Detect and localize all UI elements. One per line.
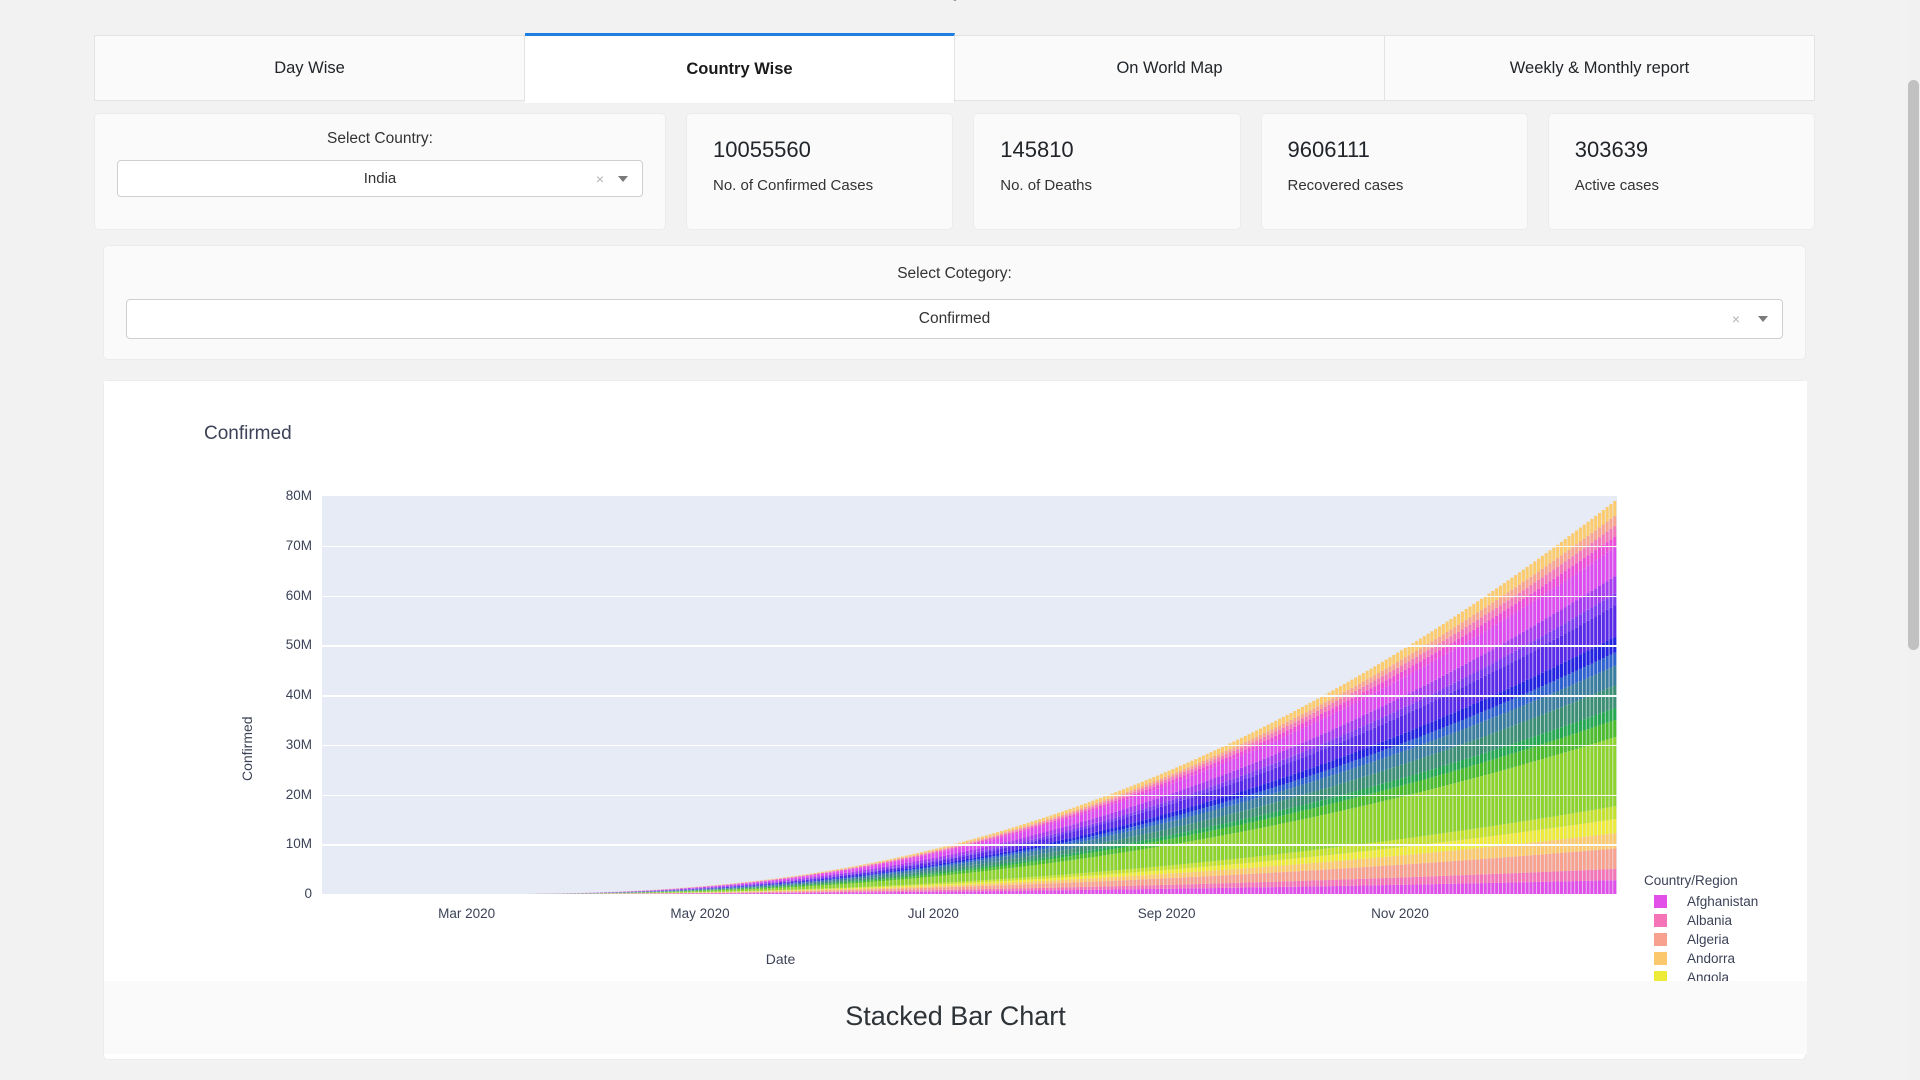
tab-label: Day Wise <box>274 58 345 77</box>
gridline <box>322 545 1617 548</box>
chart-caption: Stacked Bar Chart <box>104 981 1807 1054</box>
stat-card-recovered: 9606111 Recovered cases <box>1260 113 1528 230</box>
legend-item[interactable]: Albania <box>1644 911 1807 930</box>
legend-items: AfghanistanAlbaniaAlgeriaAndorraAngolaAn… <box>1644 892 1807 993</box>
tab-label: Country Wise <box>686 59 793 78</box>
x-tick-label: Mar 2020 <box>438 906 496 921</box>
legend-title: Country/Region <box>1644 873 1738 888</box>
page-scrollbar[interactable] <box>1907 0 1920 1080</box>
close-x-icon[interactable]: × <box>596 171 604 187</box>
gridline <box>322 695 1617 697</box>
tab-weekly-monthly-report[interactable]: Weekly & Monthly report <box>1385 35 1815 101</box>
x-tick-label: Jul 2020 <box>907 906 959 921</box>
country-select-label: Select Country: <box>327 130 433 147</box>
category-select-panel: Select Cotegory: Confirmed × <box>103 245 1806 360</box>
tab-on-world-map[interactable]: On World Map <box>955 35 1385 101</box>
legend-item[interactable]: Algeria <box>1644 930 1807 949</box>
x-tick-label: Sep 2020 <box>1137 906 1196 921</box>
tab-label: On World Map <box>1116 58 1223 77</box>
y-tick-label: 70M <box>285 537 312 553</box>
y-tick-label: 10M <box>285 836 312 852</box>
country-select-input[interactable]: India × <box>117 160 643 197</box>
category-select-input[interactable]: Confirmed × <box>126 299 1783 339</box>
y-tick-label: 20M <box>285 786 312 802</box>
gridline <box>322 595 1617 597</box>
legend-color-swatch <box>1654 933 1667 946</box>
country-select-card: Select Country: India × <box>94 113 666 230</box>
category-select-value: Confirmed <box>918 310 991 327</box>
y-tick-label: 0 <box>304 886 312 901</box>
chart-plot-area <box>322 496 1617 894</box>
tab-label: Weekly & Monthly report <box>1509 58 1690 77</box>
stat-caption: No. of Confirmed Cases <box>713 176 874 194</box>
legend-label: Afghanistan <box>1687 894 1759 909</box>
page-scrollbar-thumb[interactable] <box>1908 80 1919 650</box>
legend-label: Andorra <box>1687 951 1736 966</box>
stat-value: 9606111 <box>1287 137 1370 162</box>
chart-panel: Confirmed Confirmed Date 80M 70M 60M 50M 40M… <box>103 380 1807 1060</box>
y-tick-label: 30M <box>285 736 312 752</box>
tab-day-wise[interactable]: Day Wise <box>94 35 525 101</box>
legend-color-swatch <box>1654 895 1667 908</box>
chart-legend: Country/Region Afghanistan Albania Algeria… <box>1644 873 1807 993</box>
gridline <box>322 645 1617 647</box>
gridline <box>322 744 1617 747</box>
stat-caption: Recovered cases <box>1287 176 1404 194</box>
x-tick-label: Nov 2020 <box>1371 906 1429 921</box>
legend-label: Algeria <box>1687 932 1730 947</box>
tab-bar: Day Wise Country Wise On World Map Weekl… <box>94 33 1815 103</box>
stat-card-deaths: 145810 No. of Deaths <box>973 113 1241 230</box>
page-title: Covid-19 Analysis Dashboard <box>0 0 1920 4</box>
dashboard-page: Covid-19 Analysis Dashboard Day Wise Cou… <box>0 0 1920 1080</box>
category-select-label: Select Cotegory: <box>897 265 1012 282</box>
legend-label: Albania <box>1687 913 1733 928</box>
y-tick-label: 80M <box>285 488 312 503</box>
stat-card-active: 303639 Active cases <box>1547 113 1815 230</box>
y-tick-label: 40M <box>285 687 312 702</box>
stat-card-confirmed: 10055560 No. of Confirmed Cases <box>686 113 954 230</box>
gridline <box>322 794 1617 796</box>
chart-area: Confirmed Confirmed Date 80M 70M 60M 50M 40M… <box>104 381 1807 993</box>
stat-caption: No. of Deaths <box>1000 176 1092 194</box>
chart-x-axis-label: Date <box>765 951 796 967</box>
chart-title: Confirmed <box>204 423 292 444</box>
legend-item[interactable]: Andorra <box>1644 949 1807 968</box>
chevron-down-icon[interactable] <box>1758 316 1768 322</box>
legend-color-swatch <box>1654 952 1667 965</box>
x-tick-label: May 2020 <box>670 906 730 921</box>
country-select-value: India <box>363 170 397 187</box>
stats-row: Select Country: India × 10055560 No. of … <box>94 113 1815 230</box>
stat-value: 303639 <box>1574 137 1649 162</box>
stat-caption: Active cases <box>1574 176 1659 194</box>
chevron-down-icon[interactable] <box>618 175 628 182</box>
legend-color-swatch <box>1654 914 1667 927</box>
stat-value: 10055560 <box>713 137 811 162</box>
close-x-icon[interactable]: × <box>1732 311 1740 327</box>
legend-item[interactable]: Afghanistan <box>1644 892 1807 911</box>
tab-country-wise[interactable]: Country Wise <box>525 33 955 103</box>
gridline <box>322 844 1617 846</box>
stat-value: 145810 <box>1000 137 1074 162</box>
y-tick-label: 60M <box>285 587 312 603</box>
y-tick-label: 50M <box>285 637 312 653</box>
